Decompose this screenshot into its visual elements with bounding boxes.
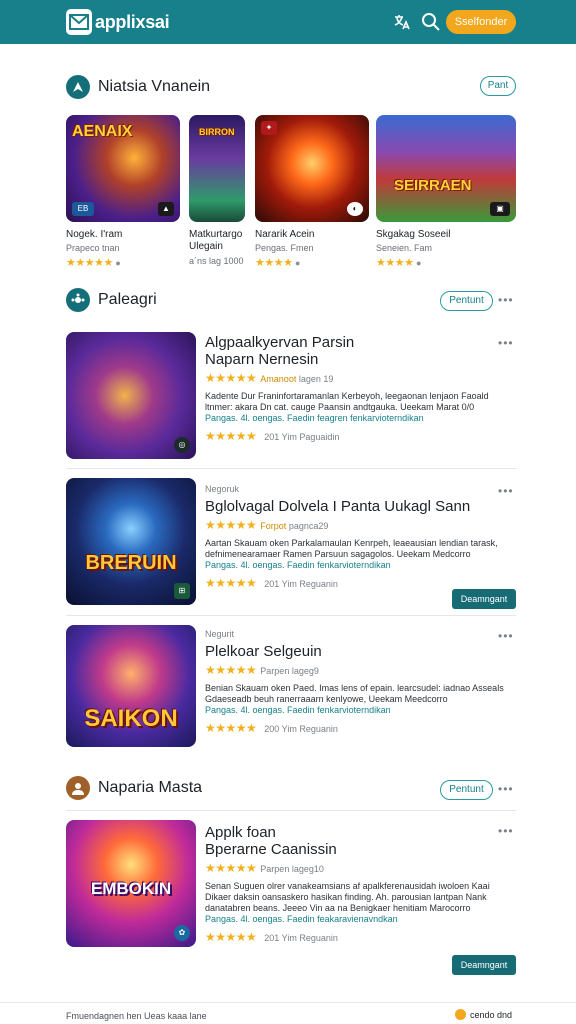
item-rating: ★★★★★ 201 Yim Reguanin [205,576,338,590]
card-name: Skgakag Soseeil [376,229,451,240]
mail-logo-icon [66,9,92,35]
download-button[interactable]: Deamngant [452,955,516,975]
app-logo[interactable]: applixsai [66,9,170,35]
footer: Fmuendagnen hen Ueas kaaa lane cendo dnd [0,1002,576,1024]
divider [66,810,516,811]
puzzle-icon [66,288,90,312]
item-rating: ★★★★★ 201 Yim Reguanin [205,930,338,944]
item-title: Bglolvagal Dolvela I Panta Uukagl Sann [205,498,471,515]
platform-icon: ✿ [174,925,190,941]
item-rating: ★★★★★ 200 Yim Reguanin [205,721,338,735]
card-name: Nararik Acein [255,229,315,240]
card-name: Nogek. I'ram [66,229,123,240]
item-meta: ★★★★★ Parpen lageg9 [205,663,319,677]
item-meta: ★★★★★ Amanoot lagen 19 [205,371,334,385]
thumbnail-title: BIRRON [199,127,235,137]
platform-badge: EB [72,202,94,216]
game-thumbnail: ◐ ✦ [255,115,369,222]
thumbnail-title: SEIRRAEN [394,177,472,194]
game-image-title: BRERUIN [85,552,177,574]
item-description: Kadente Dur Franinfortaramanlan Kerbeyoh… [205,391,489,423]
game-thumbnail: AENAIX EB ▲ [66,115,180,222]
more-options-icon[interactable]: ••• [498,293,514,307]
list-item[interactable]: EMBOKIN ✿ Applk foan Bperarne Caanissin … [66,820,516,980]
more-options-icon[interactable]: ••• [498,484,514,498]
featured-card[interactable]: ◐ ✦ Nararik Acein Pengas. Fmen ★★★★ ● [255,115,369,269]
game-image: EMBOKIN ✿ [66,820,196,947]
platform-icon: ◎ [174,437,190,453]
store-icon: ▲ [158,202,174,216]
platform-badge: ▣ [490,202,510,216]
section-pill-button[interactable]: Pentunt [440,780,493,800]
card-name: Matkurtargo Ulegain [189,229,243,252]
card-rating: ★★★★★ ● [66,257,121,269]
app-title: applixsai [95,11,170,32]
more-options-icon[interactable]: ••• [498,336,514,350]
list-item[interactable]: BRERUIN ⊞ Negoruk Bglolvagal Dolvela I P… [66,478,516,609]
item-description: Aartan Skauam oken Parkalamaulan Kenrpeh… [205,538,498,570]
card-subtitle: Prapeco tnan [66,243,120,253]
featured-card[interactable]: AENAIX EB ▲ Nogek. I'ram Prapeco tnan ★★… [66,115,180,269]
list-item[interactable]: SAIKON Negurit Plelkoar Selgeuin ★★★★★ Pa… [66,625,516,750]
card-subtitle: Pengas. Fmen [255,243,314,253]
item-description: Senan Suguen olrer vanakeamsians af apal… [205,881,490,924]
compass-icon [66,75,90,99]
featured-card[interactable]: SEIRRAEN ▣ Skgakag Soseeil Seneien. Fam … [376,115,516,269]
game-image-title: SAIKON [84,705,178,732]
item-meta: ★★★★★ Forpot pagnca29 [205,518,329,532]
game-image: SAIKON [66,625,196,747]
item-rating: ★★★★★ 201 Yim Paguaidin [205,429,340,443]
section-title: Niatsia Vnanein [98,78,211,95]
card-rating: ★★★★ ● [376,257,422,269]
card-rating: ★★★★ ● [255,257,301,269]
card-subtitle: Seneien. Fam [376,243,433,253]
top-app-bar: applixsai Sselfonder [0,0,576,44]
card-subtitle: a´ns lag 1000 [189,256,244,266]
list-item-body: Negurit Plelkoar Selgeuin ★★★★★ Parpen la… [205,629,515,735]
game-logo-icon: ✦ [261,121,277,135]
search-icon[interactable] [421,12,441,32]
item-description: Benian Skauam oken Paed. Imas lens of ep… [205,683,504,715]
thumbnail-title: AENAIX [72,123,133,140]
footer-coins[interactable]: cendo dnd [455,1009,512,1020]
more-options-icon[interactable]: ••• [498,824,514,838]
game-image: ◎ [66,332,196,459]
more-options-icon[interactable]: ••• [498,629,514,643]
section-pill-button[interactable]: Pant [480,76,516,96]
game-image: BRERUIN ⊞ [66,478,196,605]
section-title: Paleagri [98,291,157,308]
list-item-body: Algpaalkyervan Parsin Naparn Nernesin ★★… [205,334,515,443]
game-image-title: EMBOKIN [90,879,172,898]
list-item-body: Negoruk Bglolvagal Dolvela I Panta Uukag… [205,484,515,590]
footer-text[interactable]: Fmuendagnen hen Ueas kaaa lane [66,1011,207,1021]
game-thumbnail: SEIRRAEN ▣ [376,115,516,222]
download-button[interactable]: Deamngant [452,589,516,609]
footer-right-text: cendo dnd [470,1009,513,1020]
section-header-popular: Paleagri [66,288,157,312]
divider [66,468,516,469]
item-title: Plelkoar Selgeuin [205,643,322,660]
more-options-icon[interactable]: ••• [498,782,514,796]
store-icon: ◐ [347,202,363,216]
item-meta: ★★★★★ Parpen lageg10 [205,861,324,875]
section-pill-button[interactable]: Pentunt [440,291,493,311]
list-item[interactable]: ◎ Algpaalkyervan Parsin Naparn Nernesin … [66,332,516,462]
game-thumbnail: BIRRON [189,115,245,222]
item-title: Algpaalkyervan Parsin Naparn Nernesin [205,334,355,368]
featured-card[interactable]: BIRRON Matkurtargo Ulegain a´ns lag 1000 [189,115,245,266]
section-header-featured: Niatsia Vnanein [66,75,210,99]
divider [66,615,516,616]
item-label: Negoruk [205,484,240,494]
platform-icon: ⊞ [174,583,190,599]
avatar-icon [66,776,90,800]
item-title: Applk foan Bperarne Caanissin [205,824,337,858]
section-title: Naparia Masta [98,779,203,796]
item-label: Negurit [205,629,235,639]
list-item-body: Applk foan Bperarne Caanissin ★★★★★ Parpe… [205,824,515,944]
translate-icon[interactable] [392,12,412,32]
coin-icon [455,1009,466,1020]
section-header-more: Naparia Masta [66,776,202,800]
header-action-button[interactable]: Sselfonder [446,10,516,34]
